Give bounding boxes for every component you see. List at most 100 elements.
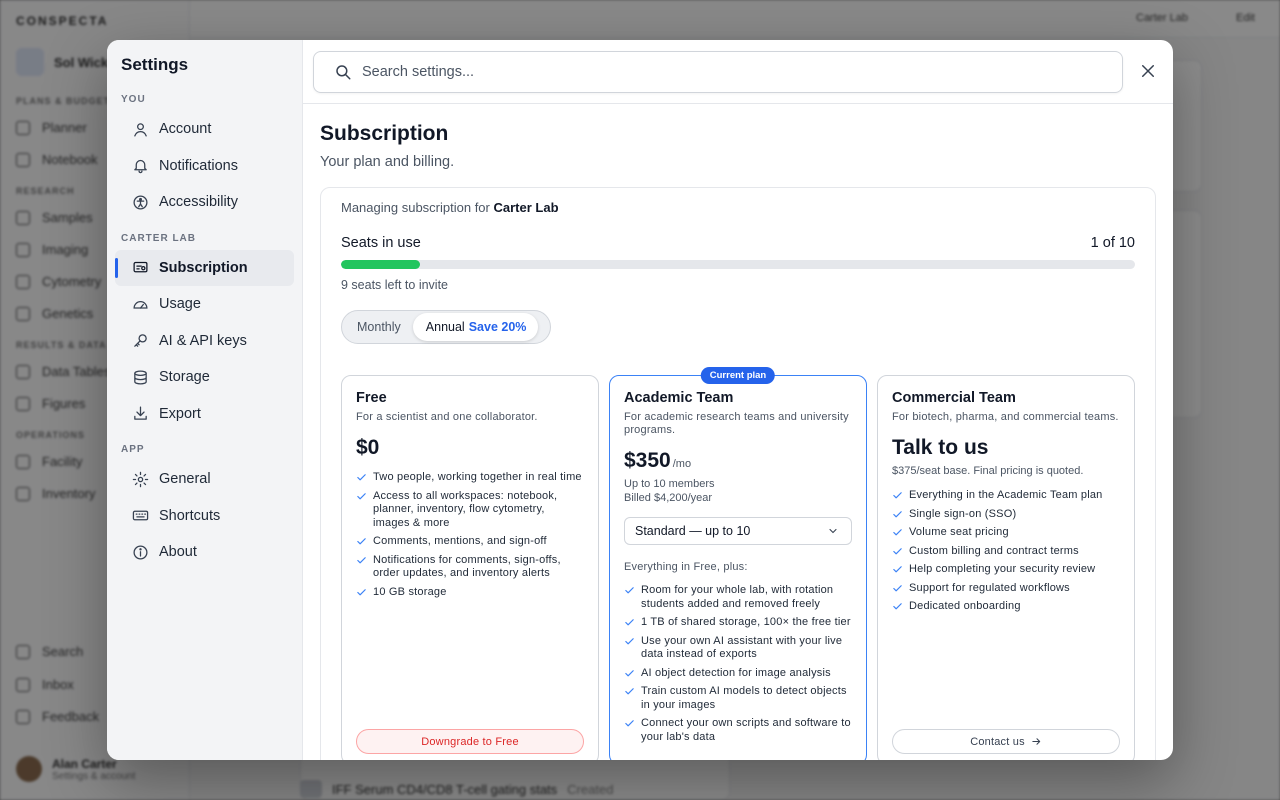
sidebar-item-subscription[interactable]: Subscription bbox=[115, 249, 294, 286]
search-box[interactable] bbox=[313, 51, 1123, 93]
plan-name: Free bbox=[356, 390, 387, 406]
sidebar-item-storage[interactable]: Storage bbox=[115, 359, 294, 396]
feature-item: Access to all workspaces: notebook, plan… bbox=[356, 490, 584, 531]
feature-text: Comments, mentions, and sign-off bbox=[373, 535, 547, 547]
sidebar-item-notifications[interactable]: Notifications bbox=[115, 148, 294, 185]
gear-icon bbox=[132, 471, 149, 487]
feature-text: Custom billing and contract terms bbox=[909, 544, 1079, 557]
feature-text: 10 GB storage bbox=[373, 585, 447, 598]
billing-annual[interactable]: Annual Save 20% bbox=[412, 313, 539, 341]
plan-name: Commercial Team bbox=[892, 390, 1016, 406]
billing-monthly[interactable]: Monthly bbox=[344, 313, 413, 341]
feature-text: Everything in the Academic Team plan bbox=[909, 489, 1103, 501]
chevron-down-icon bbox=[829, 528, 837, 534]
feature-text: Help completing your security review bbox=[909, 563, 1096, 575]
seat-tier-select[interactable]: Standard — up to 10 bbox=[624, 517, 852, 545]
check-icon bbox=[893, 529, 902, 536]
feature-text: Connect your own scripts and software to… bbox=[641, 717, 851, 743]
sidebar-item-label: Storage bbox=[159, 369, 210, 386]
sidebar-item-shortcuts[interactable]: Shortcuts bbox=[115, 498, 294, 535]
subscription-icon bbox=[133, 262, 148, 273]
plan-price: $0 bbox=[356, 436, 380, 459]
sidebar-item-ai-api-keys[interactable]: AI & API keys bbox=[115, 323, 294, 360]
current-plan-badge: Current plan bbox=[700, 367, 776, 384]
search-icon bbox=[336, 65, 351, 80]
feature-text: Access to all workspaces: notebook, plan… bbox=[373, 489, 558, 529]
plan-price: Talk to us bbox=[892, 436, 989, 459]
feature-item: Volume seat pricing bbox=[892, 526, 1120, 540]
feature-item: Dedicated onboarding bbox=[892, 600, 1120, 614]
keyboard-icon bbox=[132, 510, 149, 521]
downgrade-button[interactable]: Downgrade to Free bbox=[356, 729, 584, 754]
sidebar-item-label: Usage bbox=[159, 296, 201, 313]
feature-item: Use your own AI assistant with your live… bbox=[624, 635, 852, 662]
plan-commercial-team: Commercial Team For biotech, pharma, and… bbox=[877, 375, 1135, 760]
sidebar-item-usage[interactable]: Usage bbox=[115, 286, 294, 323]
sidebar-item-account[interactable]: Account bbox=[115, 111, 294, 148]
download-icon bbox=[134, 406, 147, 421]
feature-item: Comments, mentions, and sign-off bbox=[356, 535, 584, 549]
feature-text: Notifications for comments, sign-offs, o… bbox=[373, 553, 561, 580]
seats-progress bbox=[341, 260, 1135, 269]
check-icon bbox=[893, 584, 902, 591]
sidebar-item-label: Subscription bbox=[159, 259, 248, 276]
feature-item: 1 TB of shared storage, 100× the free ti… bbox=[624, 616, 852, 630]
check-icon bbox=[625, 669, 634, 676]
seats-value: 1 of 10 bbox=[1090, 235, 1135, 251]
search-input[interactable] bbox=[362, 64, 1122, 80]
user-icon bbox=[134, 122, 147, 137]
sidebar-item-label: Account bbox=[159, 121, 212, 138]
check-icon bbox=[357, 538, 366, 545]
feature-item: Help completing your security review bbox=[892, 563, 1120, 577]
feature-text: Support for regulated workflows bbox=[909, 581, 1070, 594]
settings-sidebar: Settings YOU Account Notifications Acces… bbox=[107, 40, 303, 760]
feature-item: Single sign-on (SSO) bbox=[892, 508, 1120, 522]
plan-academic-team: Current plan Academic Team For academic … bbox=[609, 367, 867, 760]
feature-text: 1 TB of shared storage, 100× the free ti… bbox=[641, 616, 851, 628]
feature-item: AI object detection for image analysis bbox=[624, 667, 852, 681]
check-icon bbox=[625, 720, 634, 727]
sidebar-item-label: Export bbox=[159, 405, 201, 422]
seats-label: Seats in use bbox=[341, 235, 421, 251]
settings-topbar bbox=[303, 40, 1173, 104]
section-label-you: YOU bbox=[121, 94, 146, 105]
settings-modal: Settings YOU Account Notifications Acces… bbox=[107, 40, 1173, 760]
settings-main: Subscription Your plan and billing. Mana… bbox=[303, 40, 1173, 760]
sidebar-item-label: About bbox=[159, 544, 197, 561]
feature-item: Support for regulated workflows bbox=[892, 582, 1120, 596]
seats-row: Seats in use 1 of 10 bbox=[341, 235, 1135, 251]
plan-plus: Everything in Free, plus: bbox=[624, 561, 748, 573]
feature-text: Single sign-on (SSO) bbox=[909, 507, 1017, 520]
plan-price: $350/mo bbox=[624, 449, 692, 472]
check-icon bbox=[357, 556, 366, 563]
plan-cards: Free For a scientist and one collaborato… bbox=[341, 367, 1135, 760]
arrow-right-icon bbox=[1032, 738, 1041, 745]
plan-desc: For biotech, pharma, and commercial team… bbox=[892, 411, 1119, 423]
contact-us-button[interactable]: Contact us bbox=[892, 729, 1120, 754]
key-icon bbox=[134, 334, 147, 348]
sidebar-item-about[interactable]: About bbox=[115, 534, 294, 571]
sidebar-item-accessibility[interactable]: Accessibility bbox=[115, 184, 294, 221]
feature-text: Volume seat pricing bbox=[909, 526, 1009, 538]
lab-name: Carter Lab bbox=[493, 200, 559, 215]
feature-item: Notifications for comments, sign-offs, o… bbox=[356, 554, 584, 581]
feature-text: Two people, working together in real tim… bbox=[373, 471, 582, 483]
sidebar-item-label: Notifications bbox=[159, 157, 238, 174]
sidebar-item-export[interactable]: Export bbox=[115, 396, 294, 433]
check-icon bbox=[893, 547, 902, 554]
page-subtitle: Your plan and billing. bbox=[320, 154, 455, 170]
check-icon bbox=[625, 619, 634, 626]
sidebar-item-label: AI & API keys bbox=[159, 332, 247, 349]
feature-text: Use your own AI assistant with your live… bbox=[641, 634, 843, 661]
feature-text: Room for your whole lab, with rotation s… bbox=[641, 584, 834, 610]
feature-text: Train custom AI models to detect objects… bbox=[641, 685, 847, 711]
save-badge: Save 20% bbox=[468, 320, 527, 334]
close-icon[interactable] bbox=[1139, 62, 1157, 80]
seat-tier-value: Standard — up to 10 bbox=[635, 524, 751, 538]
sidebar-item-general[interactable]: General bbox=[115, 461, 294, 498]
gauge-icon bbox=[133, 300, 148, 309]
feature-list: Two people, working together in real tim… bbox=[356, 471, 584, 599]
check-icon bbox=[357, 492, 366, 499]
check-icon bbox=[357, 588, 366, 595]
sidebar-item-label: General bbox=[159, 471, 211, 488]
